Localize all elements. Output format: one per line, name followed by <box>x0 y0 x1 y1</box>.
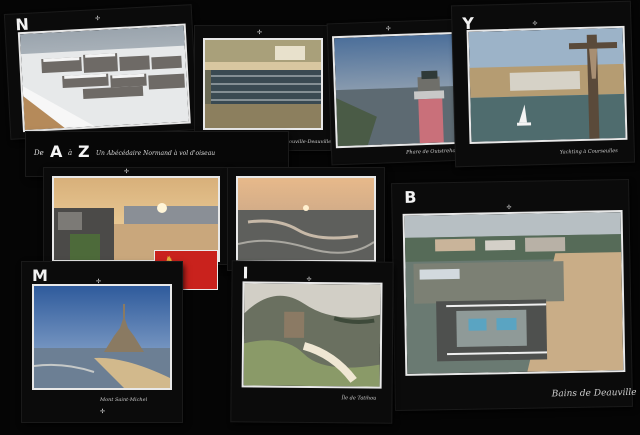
card-i: I ✢ Île de Tatihou <box>231 261 393 423</box>
card-caption: Phare de Ouistreham <box>406 147 461 156</box>
ornament-icon: ✢ <box>506 203 513 212</box>
ornament-icon: ✢ <box>100 408 107 415</box>
card-m: M ✢ Mont Saint-Michel ✢ <box>22 262 182 422</box>
ornament-icon: ✢ <box>124 168 131 175</box>
card-letter: I <box>242 263 249 283</box>
card-n: N ✢ <box>4 5 198 139</box>
photo-bains-deauville <box>402 210 626 376</box>
photo-phare <box>332 31 462 149</box>
card-caption: Yachting à Courseulles <box>559 148 618 156</box>
card-caption: Île de Tatihou <box>341 395 377 402</box>
title-letter-z: Z <box>78 142 90 161</box>
title-subtitle: Un Abécédaire Normand à vol d'oiseau <box>96 150 216 157</box>
ornament-icon: ✢ <box>385 25 392 33</box>
ornament-icon: ✢ <box>532 20 539 28</box>
photo-yachting <box>466 25 628 144</box>
title-de: De <box>34 149 44 157</box>
card-caption: Mont Saint-Michel <box>100 397 148 403</box>
sunset-beach-image <box>54 178 218 260</box>
yachting-image <box>468 27 626 142</box>
tatihou-image <box>243 283 381 387</box>
estuary-image <box>238 178 374 260</box>
card-letter: B <box>404 187 417 207</box>
phare-image <box>334 33 460 147</box>
jetee-image <box>205 40 321 128</box>
photo-mont-saint-michel <box>32 284 172 390</box>
title-middle: à <box>68 149 73 157</box>
photo-estuary <box>236 176 376 262</box>
card-letter: M <box>32 266 48 285</box>
ornament-icon: ✢ <box>257 29 264 36</box>
title-letter-a: A <box>50 142 63 161</box>
photo-tatihou <box>241 281 383 389</box>
card-caption: Bains de Deauville <box>551 387 637 400</box>
card-y: Y ✢ Yachting à Courseulles <box>451 1 635 167</box>
card-b: B ✢ Bains de Deauville <box>392 179 637 411</box>
snowy-town-image <box>19 25 189 131</box>
mont-saint-michel-image <box>34 286 170 388</box>
photo-snowy-town <box>17 23 191 133</box>
card-phare: ✢ Phare de Ouistreham <box>327 19 469 165</box>
card-sunset-beach: ✢ ♞ <box>44 168 228 290</box>
card-estuary <box>228 168 384 270</box>
ornament-icon: ✢ <box>95 14 102 23</box>
photo-jetee <box>203 38 323 130</box>
bains-deauville-image <box>404 212 624 374</box>
